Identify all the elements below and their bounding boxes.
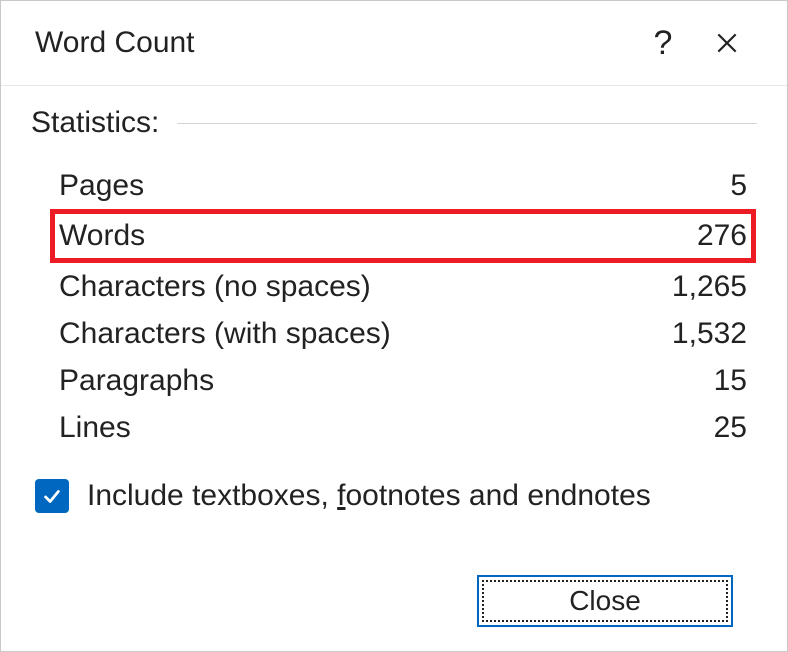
stat-row-words: Words 276 xyxy=(50,209,756,263)
checkbox-label-suffix: ootnotes and endnotes xyxy=(346,479,651,512)
chars-with-spaces-label: Characters (with spaces) xyxy=(59,317,391,351)
divider xyxy=(177,123,757,124)
lines-label: Lines xyxy=(59,411,131,445)
stat-row-chars-with-spaces: Characters (with spaces) 1,532 xyxy=(55,310,751,357)
include-textboxes-option[interactable]: Include textboxes, footnotes and endnote… xyxy=(31,479,757,513)
stat-row-pages: Pages 5 xyxy=(55,162,751,209)
section-header: Statistics: xyxy=(31,106,757,140)
close-x-button[interactable] xyxy=(695,19,759,67)
word-count-dialog: Word Count ? Statistics: Pages 5 Words 2… xyxy=(0,0,788,652)
statistics-list: Pages 5 Words 276 Characters (no spaces)… xyxy=(31,162,757,451)
paragraphs-value: 15 xyxy=(714,364,747,398)
checkmark-icon xyxy=(41,485,63,507)
help-icon: ? xyxy=(654,26,673,60)
include-textboxes-checkbox[interactable] xyxy=(35,479,69,513)
words-value: 276 xyxy=(697,219,747,253)
titlebar: Word Count ? xyxy=(1,1,787,86)
close-icon xyxy=(714,30,740,56)
help-button[interactable]: ? xyxy=(631,19,695,67)
paragraphs-label: Paragraphs xyxy=(59,364,214,398)
chars-with-spaces-value: 1,532 xyxy=(672,317,747,351)
statistics-label: Statistics: xyxy=(31,106,159,140)
close-button[interactable]: Close xyxy=(477,575,733,627)
chars-no-spaces-value: 1,265 xyxy=(672,270,747,304)
chars-no-spaces-label: Characters (no spaces) xyxy=(59,270,371,304)
pages-value: 5 xyxy=(730,169,747,203)
dialog-title: Word Count xyxy=(35,26,631,60)
pages-label: Pages xyxy=(59,169,144,203)
stat-row-lines: Lines 25 xyxy=(55,404,751,451)
include-textboxes-label: Include textboxes, footnotes and endnote… xyxy=(87,479,651,513)
checkbox-label-prefix: Include textboxes, xyxy=(87,479,337,512)
dialog-footer: Close xyxy=(31,575,757,651)
stat-row-paragraphs: Paragraphs 15 xyxy=(55,357,751,404)
lines-value: 25 xyxy=(714,411,747,445)
dialog-content: Statistics: Pages 5 Words 276 Characters… xyxy=(1,86,787,651)
checkbox-label-accelerator: f xyxy=(337,479,345,512)
words-label: Words xyxy=(59,219,145,253)
stat-row-chars-no-spaces: Characters (no spaces) 1,265 xyxy=(55,263,751,310)
